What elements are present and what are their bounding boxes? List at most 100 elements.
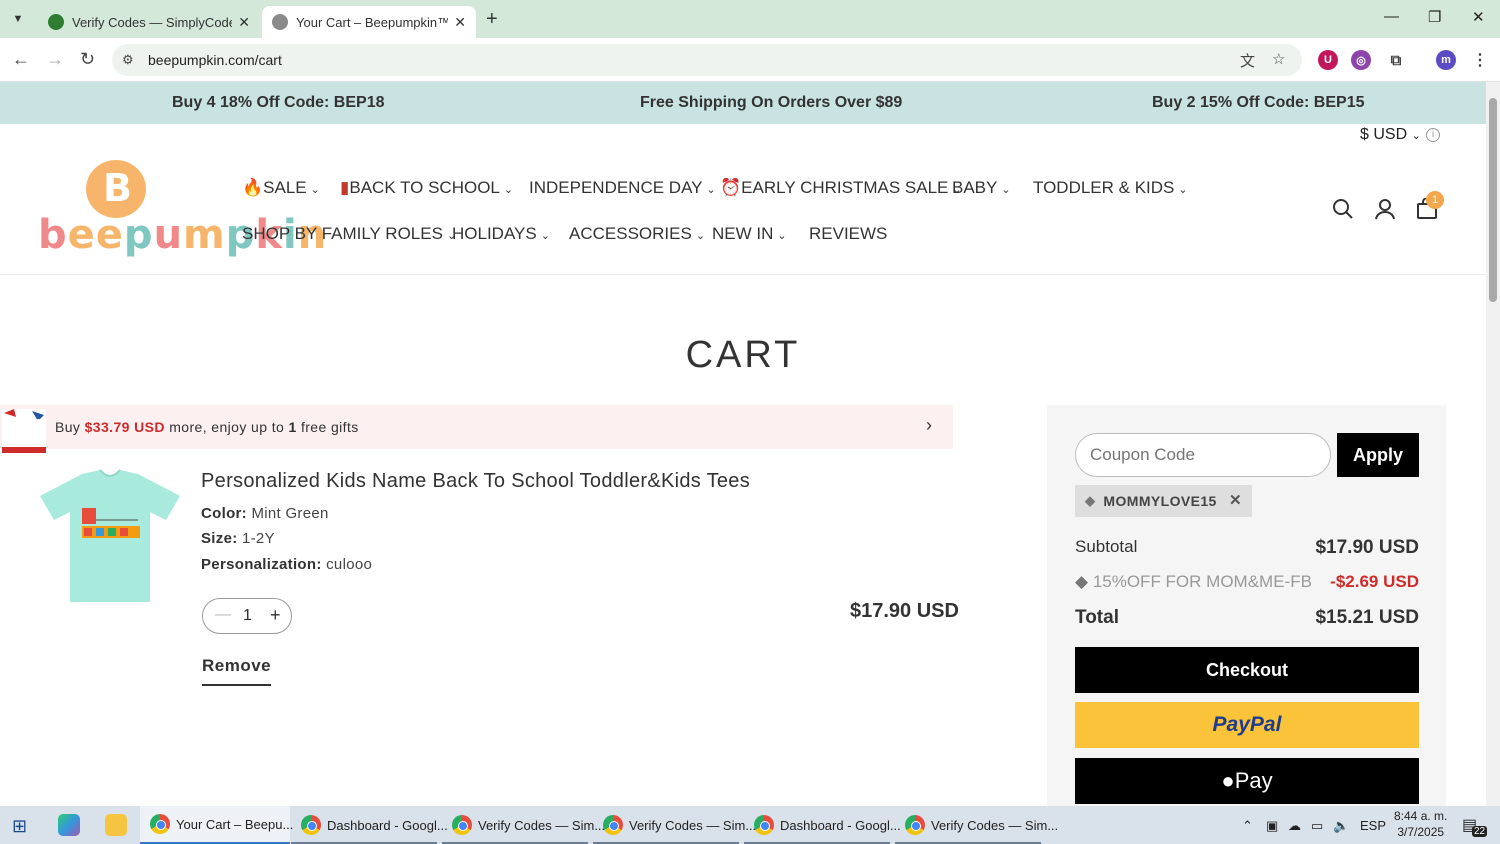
chevron-down-icon: ⌄ — [1411, 130, 1421, 142]
attr-label: Color: — [201, 505, 247, 522]
site-logo[interactable]: beepumpkin — [38, 160, 326, 264]
site-info-icon[interactable]: ⚙ — [122, 52, 134, 68]
apple-pay-button[interactable]: ● Pay — [1075, 758, 1419, 804]
coupon-code-input[interactable] — [1075, 433, 1331, 477]
windows-start-icon[interactable]: ⊞ — [12, 816, 27, 837]
taskbar-item-cart[interactable]: Your Cart – Beepu... — [140, 806, 293, 844]
chevron-down-icon: ⌄ — [310, 184, 320, 196]
total-row: Total $15.21 USD — [1075, 607, 1419, 629]
browser-menu-icon[interactable]: ⋮ — [1470, 50, 1490, 70]
taskbar-item-dashboard[interactable]: Dashboard - Googl... — [744, 806, 901, 844]
nav-early-christmas-sale[interactable]: ⏰EARLY CHRISTMAS SALE ⌄ — [720, 178, 962, 198]
subtotal-value: $17.90 USD — [1315, 537, 1419, 558]
nav-label: ACCESSORIES — [569, 224, 692, 243]
nav-label: REVIEWS — [809, 224, 888, 243]
file-explorer-icon[interactable] — [105, 814, 127, 836]
product-image[interactable] — [38, 468, 182, 608]
search-icon[interactable] — [1332, 198, 1354, 226]
product-name[interactable]: Personalized Kids Name Back To School To… — [201, 470, 750, 493]
nav-shop-by-family-roles[interactable]: SHOP BY FAMILY ROLES ⌄ — [242, 224, 456, 244]
nav-new-in[interactable]: NEW IN ⌄ — [712, 224, 787, 244]
nav-holidays[interactable]: HOLIDAYS ⌄ — [452, 224, 550, 244]
applied-coupon-chip: ◆ MOMMYLOVE15 ✕ — [1075, 485, 1252, 517]
taskbar-item-verify-codes[interactable]: Verify Codes — Sim... — [442, 806, 605, 844]
forward-arrow-icon[interactable]: → — [46, 49, 64, 70]
network-icon[interactable]: ▭ — [1311, 818, 1323, 834]
promo-center[interactable]: Free Shipping On Orders Over $89 — [640, 94, 902, 112]
increase-quantity-button[interactable]: + — [270, 605, 281, 626]
tab-close-icon[interactable]: ✕ — [454, 14, 466, 31]
currency-selector[interactable]: $ USD ⌄ — [1360, 126, 1421, 144]
checkout-button[interactable]: Checkout — [1075, 647, 1419, 693]
nav-label: HOLIDAYS — [452, 224, 537, 243]
back-arrow-icon[interactable]: ← — [12, 49, 30, 70]
taskbar-label: Verify Codes — Sim... — [629, 817, 757, 833]
promo-left[interactable]: Buy 4 18% Off Code: BEP18 — [172, 94, 385, 112]
new-tab-plus-icon[interactable]: + — [486, 8, 498, 31]
tab-close-icon[interactable]: ✕ — [238, 14, 250, 31]
taskbar-item-verify-codes[interactable]: Verify Codes — Sim... — [895, 806, 1058, 844]
order-summary: Apply ◆ MOMMYLOVE15 ✕ Subtotal $17.90 US… — [1047, 405, 1446, 825]
onedrive-cloud-icon[interactable]: ☁ — [1288, 818, 1301, 834]
decrease-quantity-button[interactable]: — — [215, 606, 231, 624]
globe-favicon-icon — [272, 14, 288, 30]
info-icon[interactable]: i — [1426, 128, 1440, 142]
chevron-right-icon[interactable]: › — [926, 415, 932, 436]
nav-accessories[interactable]: ACCESSORIES ⌄ — [569, 224, 705, 244]
paypal-button[interactable]: PayPal — [1075, 702, 1419, 748]
nav-reviews[interactable]: REVIEWS — [809, 224, 887, 244]
account-icon[interactable] — [1374, 198, 1396, 226]
chrome-icon — [905, 815, 925, 835]
system-clock[interactable]: 8:44 a. m. 3/7/2025 — [1394, 808, 1447, 840]
apply-coupon-button[interactable]: Apply — [1337, 433, 1419, 477]
tray-device-icon[interactable]: ▣ — [1266, 818, 1278, 834]
close-window-icon[interactable]: ✕ — [1472, 8, 1485, 26]
cart-count-badge: 1 — [1426, 191, 1444, 209]
remove-item-button[interactable]: Remove — [202, 656, 272, 686]
header-divider — [0, 274, 1486, 275]
quantity-value[interactable]: 1 — [243, 607, 252, 625]
chrome-icon — [452, 815, 472, 835]
volume-icon[interactable]: 🔈 — [1333, 818, 1349, 834]
product-personalization: Personalization: culooo — [201, 556, 372, 573]
tab-search-chevron-icon[interactable]: ▼ — [6, 7, 30, 31]
nav-sale[interactable]: 🔥SALE ⌄ — [242, 178, 320, 198]
ublock-extension-icon[interactable]: U — [1318, 50, 1338, 70]
extension-icon[interactable]: ◎ — [1351, 50, 1371, 70]
profile-avatar[interactable]: m — [1436, 50, 1456, 70]
translate-icon[interactable]: 文 — [1240, 50, 1255, 71]
nav-baby[interactable]: BABY ⌄ — [952, 178, 1011, 198]
scrollbar-thumb[interactable] — [1489, 98, 1497, 302]
attr-label: Personalization: — [201, 556, 322, 573]
extensions-puzzle-icon[interactable]: ⧉ — [1386, 50, 1406, 70]
total-value: $15.21 USD — [1315, 607, 1419, 628]
attr-label: Size: — [201, 530, 238, 547]
chevron-down-icon: ⌄ — [540, 230, 550, 242]
tab-title: Your Cart – Beepumpkin™ — [296, 14, 449, 30]
total-label: Total — [1075, 607, 1119, 628]
nav-independence-day[interactable]: INDEPENDENCE DAY ⌄ — [529, 178, 716, 198]
nav-back-to-school[interactable]: ▮BACK TO SCHOOL ⌄ — [340, 178, 513, 198]
promo-right[interactable]: Buy 2 15% Off Code: BEP15 — [1152, 94, 1365, 112]
remove-coupon-icon[interactable]: ✕ — [1229, 491, 1242, 509]
taskbar-label: Dashboard - Googl... — [327, 817, 448, 833]
nav-toddler-kids[interactable]: TODDLER & KIDS ⌄ — [1033, 178, 1188, 198]
address-bar[interactable]: ⚙ beepumpkin.com/cart 文 ☆ — [112, 44, 1302, 76]
copilot-icon[interactable] — [58, 814, 80, 836]
taskbar-item-dashboard[interactable]: Dashboard - Googl... — [291, 806, 448, 844]
alarm-clock-icon: ⏰ — [720, 178, 742, 197]
taskbar-item-verify-codes[interactable]: Verify Codes — Sim... — [593, 806, 756, 844]
restore-icon[interactable]: ❐ — [1428, 8, 1441, 26]
tray-chevron-up-icon[interactable]: ⌃ — [1242, 818, 1253, 834]
minimize-icon[interactable]: — — [1384, 8, 1399, 25]
free-gift-bar[interactable]: Buy $33.79 USD more, enjoy up to 1 free … — [0, 405, 953, 455]
browser-tab-cart[interactable]: Your Cart – Beepumpkin™ ✕ — [262, 6, 476, 38]
browser-tab-simplycodes[interactable]: Verify Codes — SimplyCodes ✕ — [38, 6, 260, 38]
reload-icon[interactable]: ↻ — [80, 49, 95, 70]
url-text: beepumpkin.com/cart — [148, 52, 282, 68]
gift-middle: more, enjoy up to — [164, 419, 289, 435]
subtotal-label: Subtotal — [1075, 537, 1138, 556]
bookmark-star-icon[interactable]: ☆ — [1272, 50, 1285, 68]
clock-date: 3/7/2025 — [1397, 825, 1445, 839]
language-indicator[interactable]: ESP — [1360, 818, 1386, 833]
